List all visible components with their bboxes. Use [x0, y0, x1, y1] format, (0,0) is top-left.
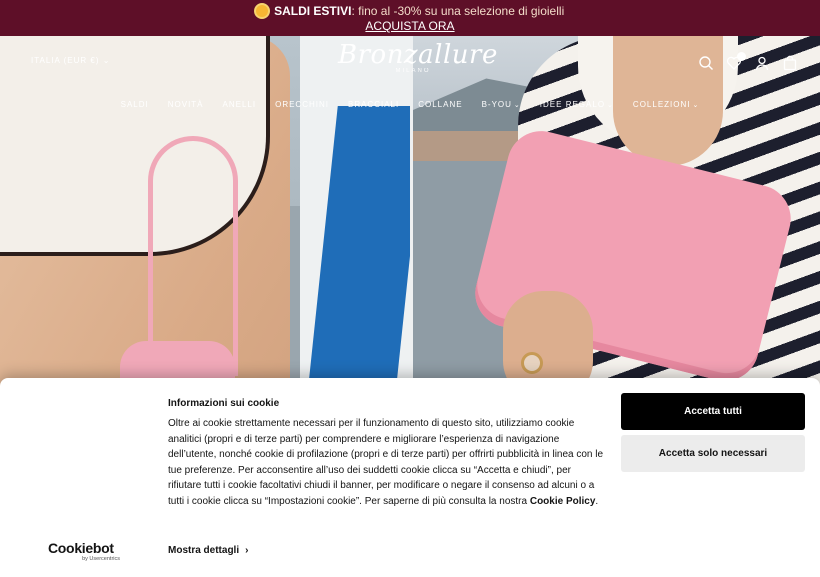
cookie-body-text: Oltre ai cookie strettamente necessari p… [168, 418, 604, 507]
nav-item-bracciali[interactable]: BRACCIALI [348, 100, 399, 109]
accept-all-button[interactable]: Accetta tutti [621, 393, 805, 430]
nav-item-orecchini[interactable]: ORECCHINI [275, 100, 329, 109]
chevron-right-icon: › [245, 545, 249, 556]
cookiebot-by: by Usercentrics [82, 556, 120, 562]
cookie-title: Informazioni sui cookie [168, 398, 280, 409]
chevron-down-icon: ⌄ [607, 102, 614, 109]
nav-label: SALDI [120, 100, 149, 109]
nav-label: NOVITÀ [167, 100, 204, 109]
nav-label: B-YOU [481, 100, 512, 109]
cookie-policy-link[interactable]: Cookie Policy [530, 496, 596, 507]
cart-bag-icon[interactable] [782, 55, 798, 71]
cookiebot-logo: Cookiebot by Usercentrics [48, 541, 120, 563]
wishlist-heart-icon[interactable] [726, 52, 746, 71]
account-icon[interactable] [754, 55, 770, 71]
region-selector[interactable]: ITALIA (EUR €) ⌄ [31, 56, 110, 65]
nav-item-b-you[interactable]: B-YOU ⌄ [482, 100, 521, 109]
cookie-body: Oltre ai cookie strettamente necessari p… [168, 416, 604, 509]
nav-item-idee-regalo[interactable]: IDEE REGALO ⌄ [540, 100, 614, 109]
cookie-body-end: . [595, 495, 599, 507]
nav-label: ANELLI [222, 100, 257, 109]
nav-label: COLLANE [418, 100, 463, 109]
search-icon[interactable] [698, 55, 714, 71]
logo-sub: MILANO [395, 68, 431, 74]
nav-label: IDEE REGALO [539, 100, 606, 109]
header-icons [698, 52, 798, 71]
nav-item-novita[interactable]: NOVITÀ [168, 100, 204, 109]
nav-item-collezioni[interactable]: COLLEZIONI ⌄ [633, 100, 699, 109]
main-nav: SALDI NOVITÀ ANELLI ORECCHINI BRACCIALI … [0, 100, 820, 109]
promo-bar: SALDI ESTIVI: fino al -30% su una selezi… [0, 0, 820, 36]
chevron-down-icon: ⌄ [692, 102, 700, 109]
wishlist-badge [737, 52, 746, 61]
nav-label: COLLEZIONI [632, 100, 691, 109]
cookiebot-name: Cookiebot [48, 540, 114, 556]
promo-line: SALDI ESTIVI: fino al -30% su una selezi… [0, 4, 820, 18]
shop-now-link[interactable]: ACQUISTA ORA [365, 19, 454, 33]
chevron-down-icon: ⌄ [513, 102, 521, 109]
nav-label: BRACCIALI [347, 100, 400, 109]
chevron-down-icon: ⌄ [102, 56, 111, 65]
bag-strap [148, 136, 238, 376]
region-label: ITALIA (EUR €) [31, 56, 100, 65]
show-details-label: Mostra dettagli [168, 545, 240, 556]
accept-necessary-button[interactable]: Accetta solo necessari [621, 435, 805, 472]
sun-icon [255, 5, 268, 17]
promo-label: SALDI ESTIVI [274, 4, 352, 18]
logo-brand: Bronzallure [338, 40, 498, 70]
nav-item-saldi[interactable]: SALDI [121, 100, 149, 109]
nav-item-collane[interactable]: COLLANE [418, 100, 462, 109]
show-details-button[interactable]: Mostra dettagli › [168, 545, 248, 556]
nav-label: ORECCHINI [275, 100, 329, 109]
nav-item-anelli[interactable]: ANELLI [223, 100, 257, 109]
promo-text: : fino al -30% su una selezione di gioie… [351, 4, 565, 18]
brand-logo[interactable]: Bronzallure MILANO [338, 40, 498, 74]
ring [521, 352, 543, 374]
